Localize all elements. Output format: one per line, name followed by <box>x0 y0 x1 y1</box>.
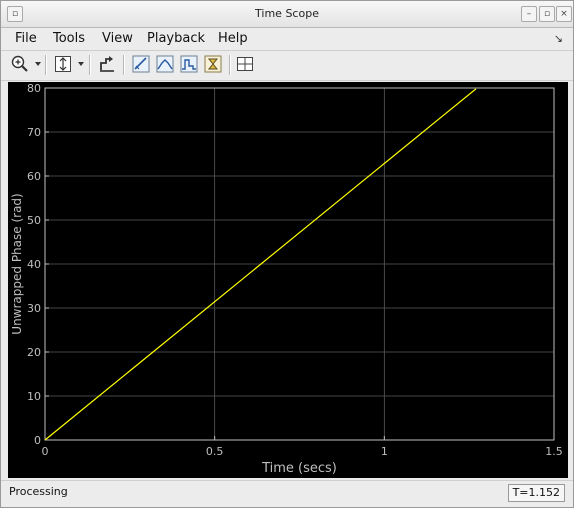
scale-axes-icon[interactable] <box>53 54 73 74</box>
close-button[interactable]: × <box>556 6 572 22</box>
minimize-icon: – <box>526 9 532 19</box>
y-tick-label: 10 <box>27 390 41 403</box>
time-scope-window: Time Scope ▫ – ▫ × File Tools View Playb… <box>0 0 574 508</box>
zoom-dropdown-icon[interactable] <box>35 62 41 66</box>
toolbar-separator <box>229 55 231 75</box>
menu-view[interactable]: View <box>102 31 133 46</box>
close-icon: × <box>560 9 568 19</box>
x-tick-label: 1.5 <box>545 445 563 458</box>
scale-dropdown-icon[interactable] <box>78 62 84 66</box>
window-menu-icon: ▫ <box>11 9 19 19</box>
minimize-button[interactable]: – <box>521 6 537 22</box>
toolbar-separator <box>45 55 47 75</box>
menu-help[interactable]: Help <box>218 31 248 46</box>
restore-view-icon[interactable] <box>97 54 117 74</box>
y-tick-label: 40 <box>27 258 41 271</box>
toolbar-separator <box>123 55 125 75</box>
series-line <box>44 88 477 441</box>
menu-file[interactable]: File <box>15 31 37 46</box>
y-axis-label: Unwrapped Phase (rad) <box>10 193 24 334</box>
status-bar: Processing T=1.152 <box>1 480 573 507</box>
window-title: Time Scope <box>255 7 319 20</box>
dock-arrow-icon[interactable]: ↘ <box>554 32 563 45</box>
maximize-button[interactable]: ▫ <box>539 6 555 22</box>
simulation-time: T=1.152 <box>507 484 565 502</box>
peak-finder-icon[interactable] <box>179 54 199 74</box>
menu-playback[interactable]: Playback <box>147 31 205 46</box>
x-tick-label: 0 <box>42 445 49 458</box>
bilevel-measurements-icon[interactable] <box>203 54 223 74</box>
chart-svg: 0 0.5 1 1.5 0 10 20 30 40 50 60 70 80 Time (secs) Unwr… <box>10 82 563 476</box>
y-tick-label: 20 <box>27 346 41 359</box>
toolbar-separator <box>89 55 91 75</box>
menu-bar: File Tools View Playback Help ↘ <box>1 28 573 51</box>
x-tick-label: 0.5 <box>206 445 224 458</box>
y-tick-label: 0 <box>34 434 41 447</box>
y-tick-label: 50 <box>27 214 41 227</box>
signal-statistics-icon[interactable] <box>155 54 175 74</box>
title-bar: Time Scope ▫ – ▫ × <box>1 1 573 28</box>
triggers-icon[interactable] <box>131 54 151 74</box>
y-tick-label: 30 <box>27 302 41 315</box>
status-text: Processing <box>9 485 68 498</box>
window-menu-button[interactable]: ▫ <box>7 6 23 22</box>
maximize-icon: ▫ <box>543 9 551 19</box>
toolbar <box>1 51 573 81</box>
y-tick-label: 60 <box>27 170 41 183</box>
menu-tools[interactable]: Tools <box>53 31 85 46</box>
x-tick-label: 1 <box>381 445 388 458</box>
y-tick-label: 80 <box>27 82 41 95</box>
layout-icon[interactable] <box>235 54 255 74</box>
plot-area[interactable]: 0 0.5 1 1.5 0 10 20 30 40 50 60 70 80 Time (secs) Unwr… <box>8 82 568 478</box>
x-axis-label: Time (secs) <box>261 461 337 476</box>
zoom-in-icon[interactable] <box>10 54 30 74</box>
y-tick-label: 70 <box>27 126 41 139</box>
